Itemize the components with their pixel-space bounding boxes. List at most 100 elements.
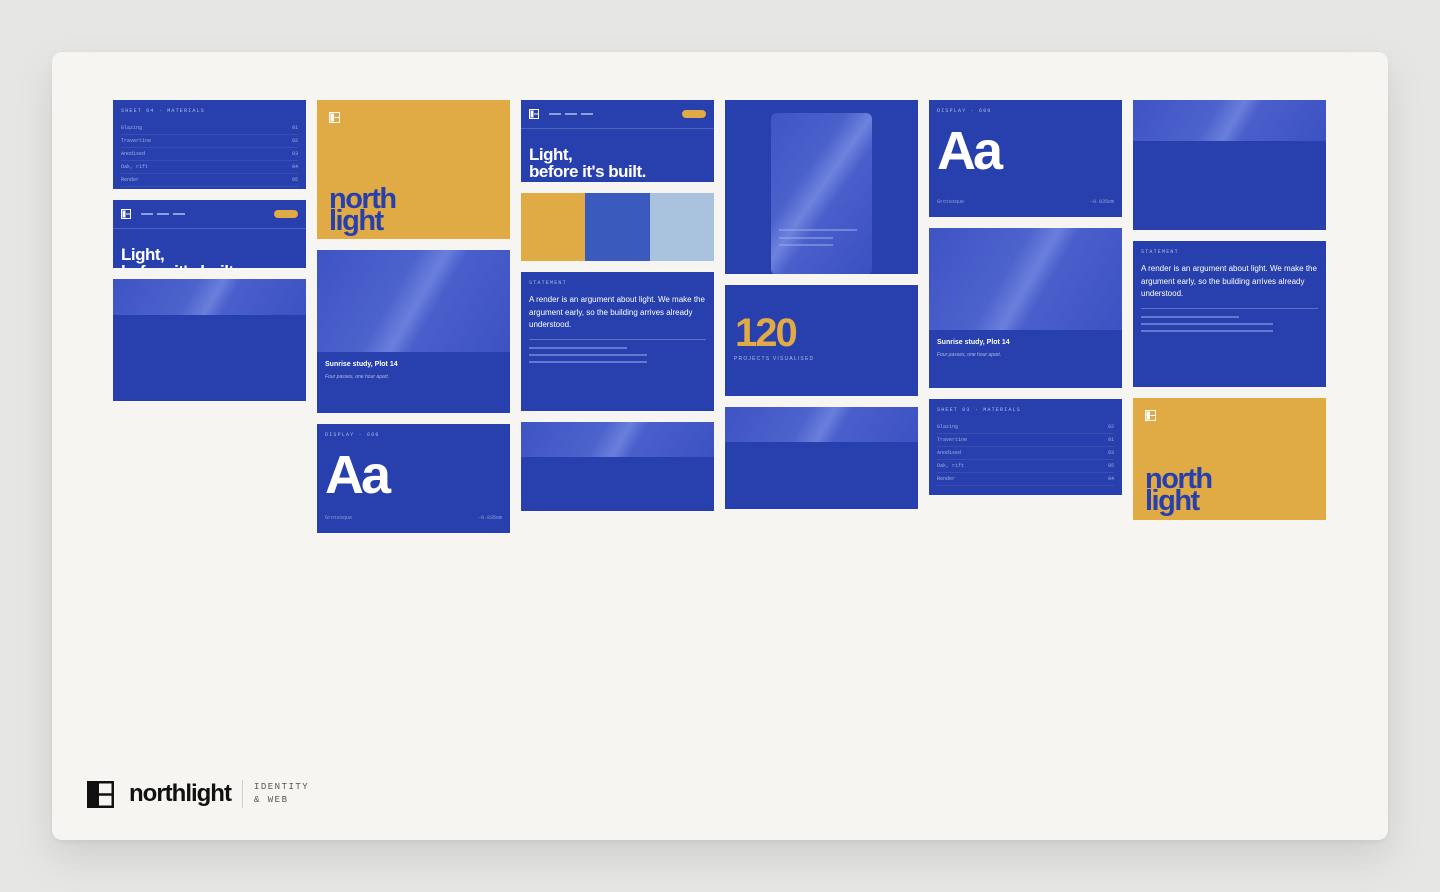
material-name: Anodised [121,151,146,157]
moodboard-column-4: 120 PROJECTS VISUALISED [725,100,918,520]
placeholder-line [1141,323,1273,325]
photo-card-short[interactable] [113,279,306,401]
tagline-line-2: & WEB [253,795,289,805]
material-code: 05 [291,177,298,183]
photo-subcaption: Four passes, one hour apart. [325,374,390,380]
material-code: 02 [1107,424,1114,430]
type-specimen-card[interactable]: DISPLAY · 600 Aa Grotesque −0.035em [317,424,510,533]
materials-sheet-card[interactable]: SHEET 04 · MATERIALS Glazing 01 Travertin… [113,100,306,189]
nav-link[interactable] [157,213,169,215]
hero-line-2: before it's built. [121,263,238,268]
materials-sheet-card[interactable]: SHEET 03 · MATERIALS Glazing 02 Travertin… [929,399,1122,495]
nav-cta-button[interactable] [682,110,706,118]
artboard-frame: SHEET 04 · MATERIALS Glazing 01 Travertin… [52,52,1388,840]
placeholder-line [529,354,647,356]
nav-link[interactable] [565,113,577,115]
material-name: Render [937,476,956,482]
type-family: Grotesque [937,199,965,205]
northlight-logo-icon [121,209,131,219]
placeholder-line [1141,330,1273,332]
statement-card[interactable]: STATEMENT A render is an argument about … [521,272,714,411]
type-sample: Aa [325,445,391,505]
materials-row: Anodised 03 [121,148,298,161]
moodboard-column-1: SHEET 04 · MATERIALS Glazing 01 Travertin… [113,100,306,412]
material-name: Oak, rift [937,463,965,469]
render-image [1133,100,1326,141]
northlight-logo-icon [1145,410,1156,421]
photo-card-short[interactable] [1133,100,1326,230]
type-tracking: −0.035em [1089,199,1114,205]
material-name: Oak, rift [121,164,149,170]
northlight-logo-icon [329,112,340,123]
materials-row: Render 05 [121,174,298,187]
photo-caption: Sunrise study, Plot 14 [325,361,398,368]
placeholder-line [529,361,647,363]
materials-list: Glazing 01 Travertine 02 Anodised 03 Oak, r… [121,122,298,187]
moodboard-column-6: STATEMENT A render is an argument about … [1133,100,1326,531]
moodboard-column-3: Light, before it's built. STATEMENT A re… [521,100,714,522]
statement-eyebrow: STATEMENT [1141,249,1179,255]
render-image [929,228,1122,330]
web-hero-card[interactable]: Light, before it's built. [521,100,714,182]
placeholder-line [779,237,833,239]
materials-row: Anodised 03 [937,447,1114,460]
hero-nav [113,200,306,229]
divider [529,339,706,340]
material-code: 03 [1107,450,1114,456]
material-name: Anodised [937,450,962,456]
placeholder-line [779,244,833,246]
hero-line-1: Light, [529,145,573,164]
type-family: Grotesque [325,515,353,521]
web-hero-card[interactable]: Light, before it's built. [113,200,306,268]
type-eyebrow: DISPLAY · 600 [325,432,380,438]
photo-card[interactable]: Sunrise study, Plot 14 Four passes, one … [929,228,1122,388]
type-tracking: −0.035em [477,515,502,521]
statement-text: A render is an argument about light. We … [529,295,705,329]
material-code: 04 [1107,476,1114,482]
statement-card[interactable]: STATEMENT A render is an argument about … [1133,241,1326,387]
type-specimen-card[interactable]: DISPLAY · 600 Aa Grotesque −0.035em [929,100,1122,217]
statement-text: A render is an argument about light. We … [1141,264,1317,298]
material-name: Glazing [937,424,959,430]
material-code: 03 [291,151,298,157]
brand-wordmark-card[interactable]: north light [317,100,510,239]
brand-wordmark-card[interactable]: north light [1133,398,1326,520]
photo-caption: Sunrise study, Plot 14 [937,339,1010,346]
tablet-mockup [771,113,872,274]
nav-link[interactable] [581,113,593,115]
brand-wordmark: north light [1145,465,1213,516]
nav-cta-button[interactable] [274,210,298,218]
tagline-line-1: IDENTITY [253,782,310,792]
device-mockup-card[interactable] [725,100,918,274]
type-eyebrow: DISPLAY · 600 [937,108,992,114]
material-name: Travertine [937,437,968,443]
nav-link[interactable] [549,113,561,115]
statement-eyebrow: STATEMENT [529,280,567,286]
footer-tagline: IDENTITY & WEB [254,781,309,807]
material-code: 04 [291,164,298,170]
photo-card-short[interactable] [725,407,918,509]
hero-line-1: Light, [121,245,165,264]
photo-subcaption: Four passes, one hour apart. [937,352,1002,358]
materials-row: Glazing 02 [937,421,1114,434]
nav-link[interactable] [173,213,185,215]
footer-divider [241,780,243,808]
materials-row: Oak, rift 04 [121,161,298,174]
hero-headline: Light, before it's built. [529,146,646,180]
palette-card[interactable] [521,193,714,261]
photo-card[interactable]: Sunrise study, Plot 14 Four passes, one … [317,250,510,413]
photo-card-short[interactable] [521,422,714,511]
swatch-pale-blue [650,193,714,261]
stat-card[interactable]: 120 PROJECTS VISUALISED [725,285,918,396]
render-image [725,407,918,442]
hero-headline: Light, before it's built. [121,246,238,268]
materials-row: Travertine 01 [937,434,1114,447]
materials-eyebrow: SHEET 03 · MATERIALS [937,407,1022,413]
swatch-yellow [521,193,585,261]
nav-link[interactable] [141,213,153,215]
brand-wordmark: north light [329,185,397,236]
material-name: Render [121,177,140,183]
material-code: 05 [1107,463,1114,469]
footer-wordmark: northlight [129,780,232,807]
materials-eyebrow: SHEET 04 · MATERIALS [121,108,206,114]
